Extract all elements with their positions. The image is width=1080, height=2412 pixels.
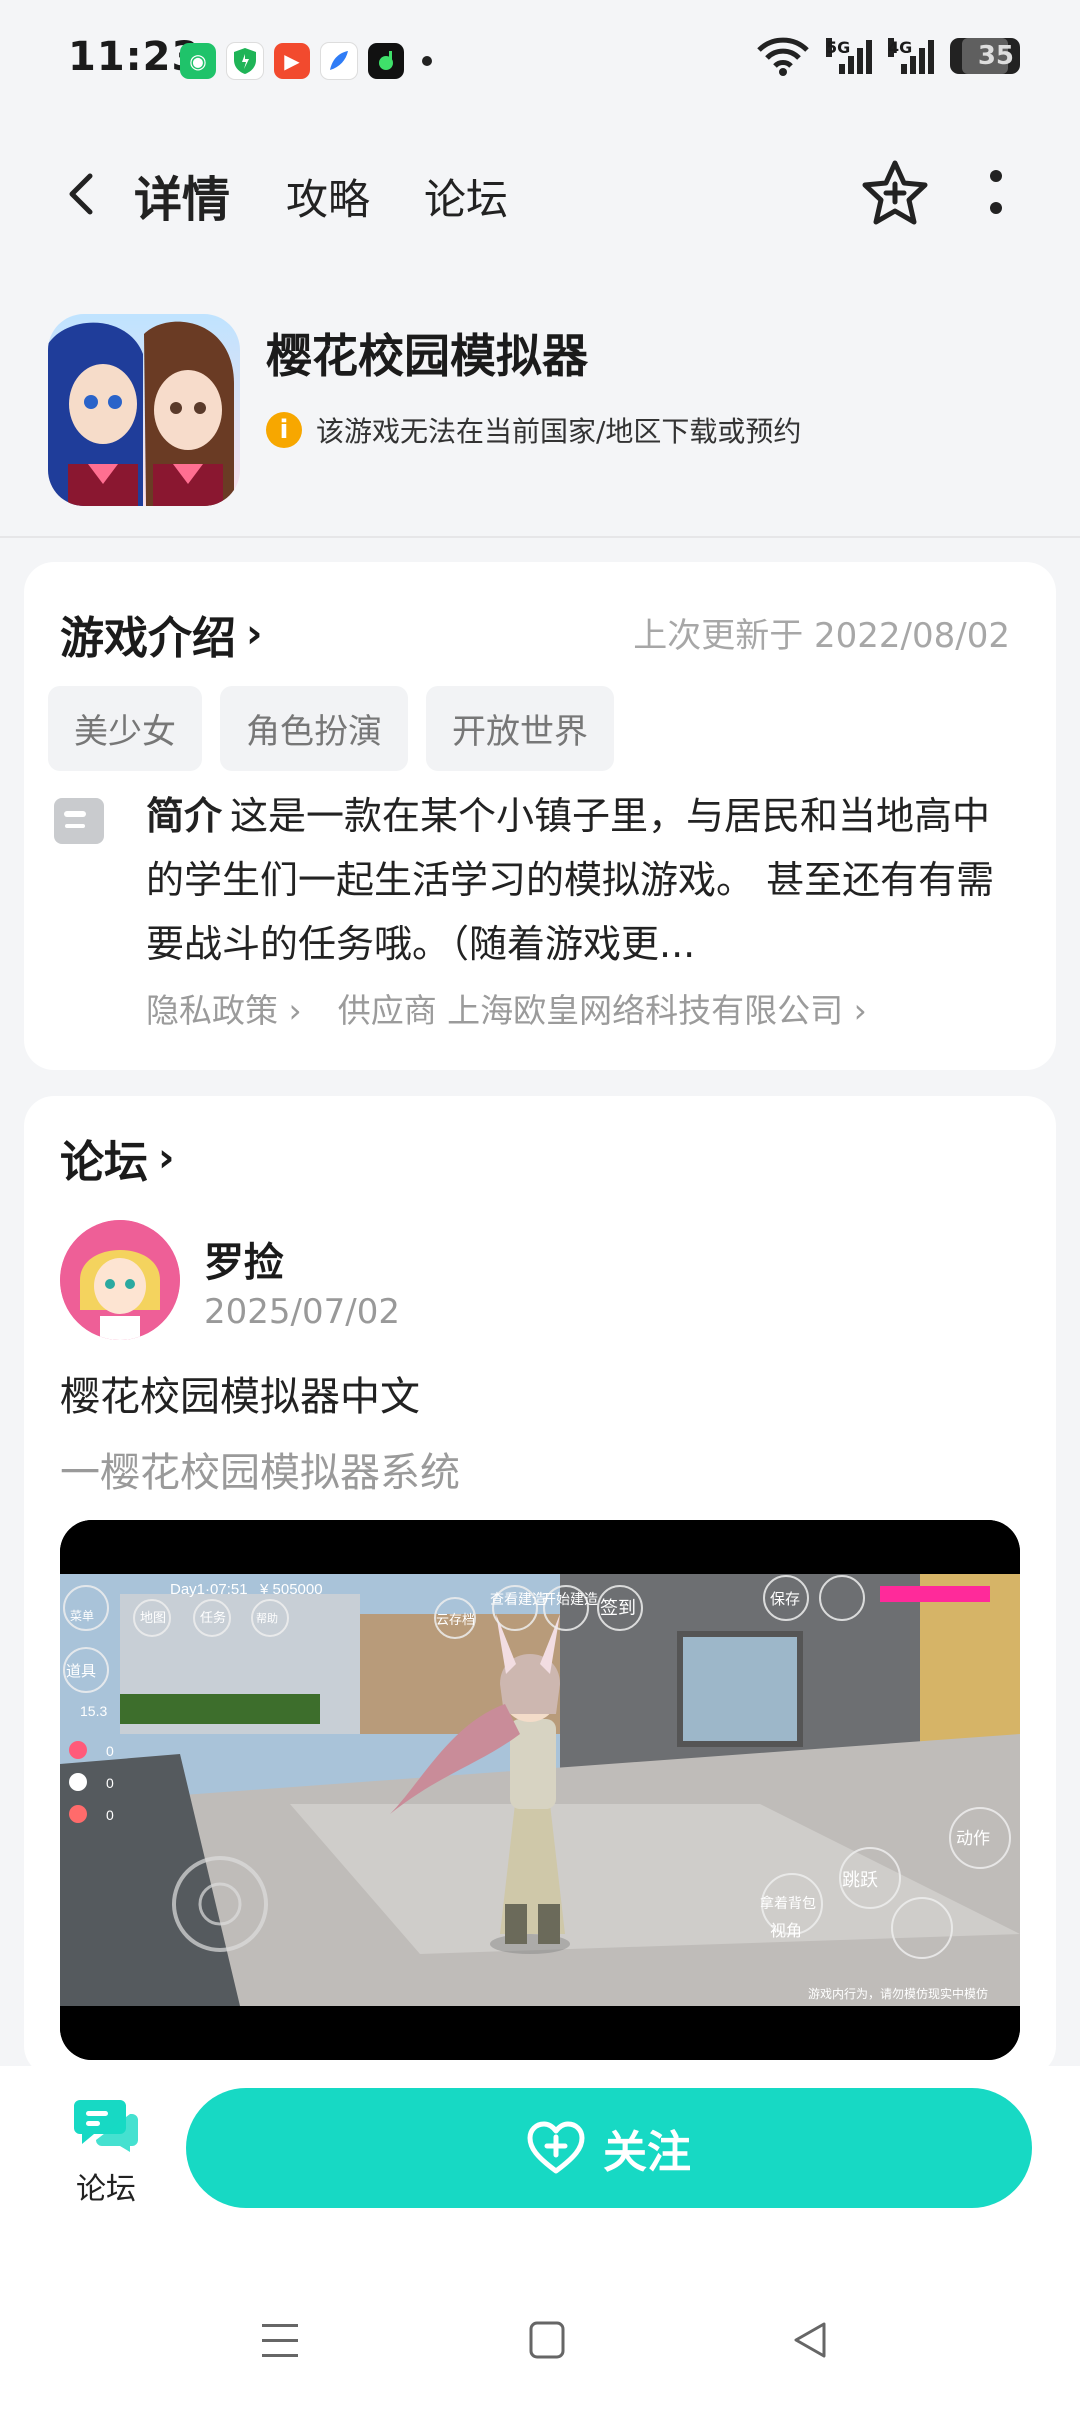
hud-button: 帮助 <box>256 1611 278 1625</box>
more-notifications-icon <box>422 56 432 66</box>
region-warning: i 该游戏无法在当前国家/地区下载或预约 <box>266 410 801 450</box>
header-divider <box>0 536 1080 538</box>
hud-counter: 0 <box>106 1807 114 1823</box>
wechat-icon: ◉ <box>180 43 216 79</box>
status-bar: 11:23 ◉ ▶ 5G 4G 35 <box>0 0 1080 120</box>
description-text: 这是一款在某个小镇子里，与居民和当地高中的学生们一起生活学习的模拟游戏。 甚至还… <box>146 794 995 966</box>
hud-button: 跳跃 <box>842 1870 878 1891</box>
tab-details[interactable]: 详情 <box>134 160 231 238</box>
tag-list: 美少女 角色扮演 开放世界 <box>48 686 614 771</box>
region-warning-text: 该游戏无法在当前国家/地区下载或预约 <box>316 415 802 448</box>
info-links: 隐私政策 › 供应商 上海欧皇网络科技有限公司 › <box>146 984 867 1032</box>
game-description[interactable]: 简介 这是一款在某个小镇子里，与居民和当地高中的学生们一起生活学习的模拟游戏。 甚… <box>146 784 1026 976</box>
bottom-action-bar: 论坛 关注 <box>0 2066 1080 2266</box>
info-icon: i <box>266 412 302 448</box>
system-nav-bar <box>0 2266 1080 2412</box>
chevron-right-icon: › <box>158 1135 175 1181</box>
signal-4g-icon: 4G <box>888 38 934 74</box>
last-update-text: 上次更新于 2022/08/02 <box>633 616 1010 656</box>
hud-button: 菜单 <box>70 1609 94 1623</box>
tag-item[interactable]: 美少女 <box>48 686 202 771</box>
intro-heading[interactable]: 游戏介绍 › <box>60 602 262 666</box>
video-app-icon: ▶ <box>274 43 310 79</box>
game-title: 樱花校园模拟器 <box>266 329 588 383</box>
hud-button: 拿着背包 <box>760 1895 816 1912</box>
feather-icon <box>320 42 358 80</box>
supplier-link[interactable]: 供应商 上海欧皇网络科技有限公司 › <box>338 984 867 1032</box>
hud-button: 道具 <box>66 1662 96 1680</box>
post-author[interactable]: 罗捡 <box>204 1230 284 1288</box>
description-icon <box>54 798 104 844</box>
post-subtitle: 一樱花校园模拟器系统 <box>60 1450 460 1496</box>
description-label: 简介 <box>146 794 223 838</box>
app-screen: 11:23 ◉ ▶ 5G 4G 35 详情 攻略 论坛 樱花校园模拟器 i 该游… <box>0 0 1080 2412</box>
hud-button: 地图 <box>140 1611 166 1626</box>
chevron-right-icon: › <box>246 611 263 657</box>
tab-guides[interactable]: 攻略 <box>286 166 370 227</box>
follow-button[interactable]: 关注 <box>186 2088 1032 2208</box>
notification-icons: ◉ ▶ <box>180 42 432 80</box>
post-date: 2025/07/02 <box>204 1292 400 1332</box>
game-icon <box>48 314 240 506</box>
hud-money: ¥ 505000 <box>259 1581 323 1598</box>
top-nav: 详情 攻略 论坛 <box>0 140 1080 250</box>
music-app-icon <box>368 43 404 79</box>
forum-shortcut-button[interactable]: 论坛 <box>66 2094 146 2208</box>
hud-counter: 0 <box>106 1775 114 1791</box>
forum-shortcut-label: 论坛 <box>76 2172 136 2207</box>
hud-button: 保存 <box>770 1590 800 1608</box>
hud-counter: 0 <box>106 1743 114 1759</box>
more-options-icon[interactable] <box>988 168 1004 218</box>
hud-day: Day1·07:51 <box>170 1581 248 1598</box>
favorite-star-icon[interactable] <box>860 158 930 228</box>
game-header: 樱花校园模拟器 i 该游戏无法在当前国家/地区下载或预约 <box>0 290 1080 536</box>
back-nav-icon[interactable] <box>790 2320 830 2360</box>
back-icon[interactable] <box>58 170 106 218</box>
hud-button: 开始建造 <box>542 1592 598 1608</box>
signal-5g-icon: 5G <box>826 38 872 74</box>
post-title[interactable]: 樱花校园模拟器中文 <box>60 1364 420 1422</box>
hud-button: 视角 <box>770 1921 802 1940</box>
hud-notice: 游戏内行为，请勿模仿现实中模仿 <box>808 1986 988 2001</box>
hud-button: 动作 <box>956 1829 990 1849</box>
wifi-icon <box>757 37 809 76</box>
privacy-policy-link[interactable]: 隐私政策 › <box>146 984 302 1032</box>
home-icon[interactable] <box>528 2320 566 2360</box>
forum-card: 论坛 › 罗捡 2025/07/02 樱花校园模拟器中文 一樱花校园模拟器系统 <box>24 1096 1056 2076</box>
hud-button: 任务 <box>200 1610 226 1626</box>
menu-icon[interactable] <box>260 2322 300 2360</box>
hud-stat: 15.3 <box>80 1703 107 1719</box>
hud-button: 云存档 <box>436 1613 475 1628</box>
post-video[interactable]: Day1·07:51 ¥ 505000 菜单 地图 任务 帮助 云存档 查看建造… <box>60 1520 1020 2060</box>
tag-item[interactable]: 角色扮演 <box>220 686 408 771</box>
hud-button: 签到 <box>600 1598 636 1619</box>
heart-plus-icon <box>527 2121 585 2174</box>
follow-label: 关注 <box>603 2128 691 2177</box>
shield-icon <box>226 42 264 80</box>
battery-icon: 35 <box>950 38 1020 74</box>
chat-bubble-icon <box>74 2100 138 2152</box>
forum-heading[interactable]: 论坛 › <box>60 1126 174 1190</box>
game-intro-card: 游戏介绍 › 上次更新于 2022/08/02 美少女 角色扮演 开放世界 简介… <box>24 562 1056 1070</box>
status-right: 5G 4G 35 <box>756 36 1020 76</box>
tab-forum[interactable]: 论坛 <box>424 166 508 227</box>
hud-button: 查看建造 <box>490 1592 546 1608</box>
tag-item[interactable]: 开放世界 <box>426 686 614 771</box>
avatar[interactable] <box>60 1220 180 1340</box>
